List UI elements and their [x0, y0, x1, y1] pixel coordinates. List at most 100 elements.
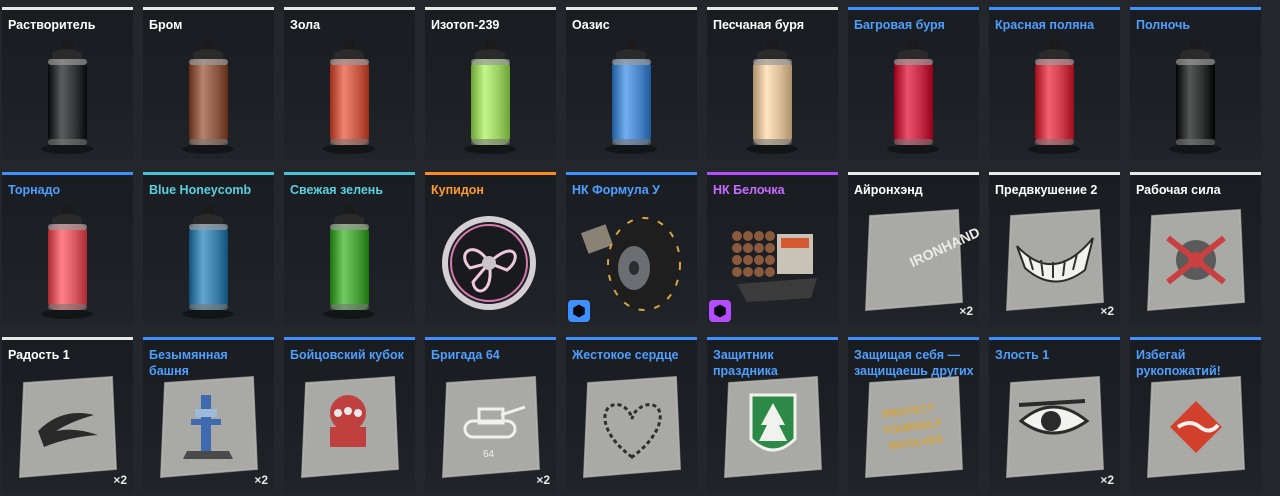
item-title: Оазис [572, 18, 610, 32]
rarity-bar [566, 7, 697, 10]
item-title: Бойцовский кубок [290, 348, 404, 362]
rarity-bar [425, 337, 556, 340]
inventory-tile[interactable]: Рабочая сила [1130, 172, 1261, 324]
rarity-bar [566, 337, 697, 340]
item-title: Айронхэнд [854, 183, 923, 197]
item-title: НК Формула У [572, 183, 660, 197]
item-title: Песчаная буря [713, 18, 804, 32]
item-title: Защитник праздника [713, 348, 778, 378]
item-title: Предвкушение 2 [995, 183, 1098, 197]
inventory-tile[interactable]: Багровая буря [848, 7, 979, 159]
item-title: Безымянная башня [149, 348, 228, 378]
item-title: Избегай рукопожатий! [1136, 348, 1221, 378]
item-title: Растворитель [8, 18, 96, 32]
wheel-rim-icon [425, 198, 556, 324]
inventory-tile[interactable]: PROTECT YOURSELF INVOLVES Защищая себя —… [848, 337, 979, 493]
inventory-tile[interactable]: Песчаная буря [707, 7, 838, 159]
item-count: ×2 [1100, 304, 1114, 318]
spray-can-icon [143, 198, 274, 324]
inventory-tile[interactable]: Растворитель [2, 7, 133, 159]
inventory-tile[interactable]: Зола [284, 7, 415, 159]
item-count: ×2 [254, 473, 268, 487]
rarity-bar [848, 7, 979, 10]
item-count: ×2 [1100, 473, 1114, 487]
item-title: Blue Honeycomb [149, 183, 252, 197]
spray-can-icon [848, 33, 979, 159]
decal-tree-icon [707, 363, 838, 493]
inventory-tile[interactable]: Бром [143, 7, 274, 159]
inventory-tile[interactable]: Торнадо [2, 172, 133, 324]
inventory-tile[interactable]: Бойцовский кубок [284, 337, 415, 493]
spray-can-icon [2, 33, 133, 159]
hexagon-icon [714, 304, 726, 318]
rarity-bar [707, 337, 838, 340]
decal-wrench-icon [1130, 198, 1261, 324]
rarity-badge [709, 300, 731, 322]
inventory-tile[interactable]: 64 Бригада 64 ×2 [425, 337, 556, 493]
inventory-tile[interactable]: Жестокое сердце [566, 337, 697, 493]
spray-can-icon [284, 33, 415, 159]
inventory-tile[interactable]: Защитник праздника [707, 337, 838, 493]
item-title: Свежая зелень [290, 183, 384, 197]
rarity-bar [707, 7, 838, 10]
item-count: ×2 [113, 473, 127, 487]
item-title: НК Белочка [713, 183, 785, 197]
item-title: Жестокое сердце [572, 348, 679, 362]
inventory-tile[interactable]: Оазис [566, 7, 697, 159]
hexagon-icon [573, 304, 585, 318]
spray-can-icon [1130, 33, 1261, 159]
rarity-bar [2, 172, 133, 175]
rarity-bar [425, 172, 556, 175]
item-title: Бригада 64 [431, 348, 500, 362]
rarity-bar [143, 172, 274, 175]
spray-can-icon [2, 198, 133, 324]
inventory-tile[interactable]: Предвкушение 2 ×2 [989, 172, 1120, 324]
item-title: Радость 1 [8, 348, 70, 362]
svg-text:64: 64 [483, 449, 495, 460]
item-title: Рабочая сила [1136, 183, 1221, 197]
decal-handshake-icon [1130, 363, 1261, 493]
inventory-tile[interactable]: Свежая зелень [284, 172, 415, 324]
rarity-bar [848, 337, 979, 340]
inventory-tile[interactable]: НК Формула У [566, 172, 697, 324]
rarity-bar [284, 172, 415, 175]
inventory-tile[interactable]: Полночь [1130, 7, 1261, 159]
item-title: Торнадо [8, 183, 61, 197]
rarity-bar [566, 172, 697, 175]
rarity-bar [1130, 337, 1261, 340]
inventory-tile[interactable]: Избегай рукопожатий! [1130, 337, 1261, 493]
item-title: Злость 1 [995, 348, 1050, 362]
rarity-bar [848, 172, 979, 175]
inventory-tile[interactable]: Купидон [425, 172, 556, 324]
rarity-bar [989, 337, 1120, 340]
rarity-bar [284, 337, 415, 340]
rarity-bar [989, 172, 1120, 175]
item-title: Купидон [431, 183, 484, 197]
inventory-tile[interactable]: IRONHAND Айронхэнд ×2 [848, 172, 979, 324]
inventory-tile[interactable]: Радость 1 ×2 [2, 337, 133, 493]
rarity-bar [143, 337, 274, 340]
rarity-bar [284, 7, 415, 10]
spray-can-icon [143, 33, 274, 159]
inventory-tile[interactable]: Blue Honeycomb [143, 172, 274, 324]
item-title: Полночь [1136, 18, 1191, 32]
inventory-tile[interactable]: Красная поляна [989, 7, 1120, 159]
inventory-tile[interactable]: Злость 1 ×2 [989, 337, 1120, 493]
item-title: Изотоп-239 [431, 18, 500, 32]
inventory-grid: Растворитель Бром Зола Изотоп-239 Оазис … [0, 0, 1280, 496]
spray-can-icon [989, 33, 1120, 159]
inventory-tile[interactable]: Безымянная башня ×2 [143, 337, 274, 493]
rarity-badge [568, 300, 590, 322]
decal-fist-icon [284, 363, 415, 493]
item-count: ×2 [536, 473, 550, 487]
rarity-bar [989, 7, 1120, 10]
inventory-tile[interactable]: НК Белочка [707, 172, 838, 324]
rarity-bar [707, 172, 838, 175]
rarity-bar [143, 7, 274, 10]
spray-can-icon [566, 33, 697, 159]
rarity-bar [1130, 7, 1261, 10]
item-title: Красная поляна [995, 18, 1095, 32]
inventory-tile[interactable]: Изотоп-239 [425, 7, 556, 159]
spray-can-icon [425, 33, 556, 159]
decal-heart-icon [566, 363, 697, 493]
